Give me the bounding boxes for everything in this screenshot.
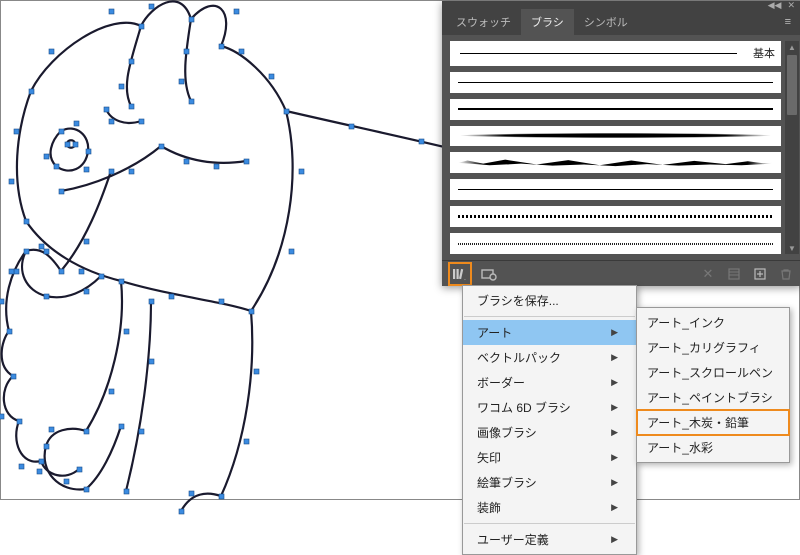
- menu-item-label: 装飾: [477, 499, 501, 516]
- submenu-art-ink[interactable]: アート_インク: [637, 310, 789, 335]
- submenu-arrow-icon: ▶: [611, 352, 618, 363]
- tab-symbols[interactable]: シンボル: [574, 9, 638, 35]
- menu-item-label: アート_スクロールペン: [647, 364, 773, 381]
- menu-art[interactable]: アート ▶: [463, 320, 636, 345]
- menu-user-defined[interactable]: ユーザー定義 ▶: [463, 527, 636, 552]
- brush-basic[interactable]: 基本: [450, 41, 781, 66]
- menu-item-label: ユーザー定義: [477, 531, 549, 548]
- menu-item-label: ブラシを保存...: [477, 292, 559, 309]
- scroll-down-icon[interactable]: ▼: [785, 242, 799, 254]
- scroll-up-icon[interactable]: ▲: [785, 41, 799, 53]
- menu-item-label: ワコム 6D ブラシ: [477, 399, 571, 416]
- menu-arrow[interactable]: 矢印 ▶: [463, 445, 636, 470]
- brush-list-scrollbar[interactable]: ▲ ▼: [785, 41, 799, 254]
- menu-item-label: アート_木炭・鉛筆: [647, 414, 749, 431]
- submenu-arrow-icon: ▶: [611, 402, 618, 413]
- remove-brush-stroke-icon[interactable]: ✕: [699, 265, 717, 283]
- menu-item-label: 画像ブラシ: [477, 424, 537, 441]
- brush-basic-label: 基本: [753, 45, 775, 61]
- menu-wacom-6d[interactable]: ワコム 6D ブラシ ▶: [463, 395, 636, 420]
- tab-brushes[interactable]: ブラシ: [521, 9, 574, 35]
- brush-library-icon[interactable]: .: [451, 265, 469, 283]
- brush-preset[interactable]: [450, 126, 781, 147]
- art-submenu: アート_インク アート_カリグラフィ アート_スクロールペン アート_ペイントブ…: [636, 307, 790, 463]
- close-panel-icon[interactable]: ✕: [787, 0, 795, 11]
- menu-item-label: 矢印: [477, 449, 501, 466]
- brush-preset[interactable]: [450, 206, 781, 227]
- brush-preset[interactable]: [450, 99, 781, 120]
- submenu-arrow-icon: ▶: [611, 377, 618, 388]
- delete-brush-icon[interactable]: [777, 265, 795, 283]
- collapse-icon[interactable]: ◀◀: [768, 0, 782, 11]
- menu-paintbrush[interactable]: 絵筆ブラシ ▶: [463, 470, 636, 495]
- submenu-arrow-icon: ▶: [611, 452, 618, 463]
- submenu-arrow-icon: ▶: [611, 534, 618, 545]
- menu-border[interactable]: ボーダー ▶: [463, 370, 636, 395]
- brush-library-menu: ブラシを保存... アート ▶ ベクトルパック ▶ ボーダー ▶ ワコム 6D ブラシ…: [462, 285, 637, 555]
- submenu-art-paintbrush[interactable]: アート_ペイントブラシ: [637, 385, 789, 410]
- svg-text:.: .: [464, 275, 466, 281]
- menu-item-label: アート_インク: [647, 314, 725, 331]
- menu-item-label: ボーダー: [477, 374, 525, 391]
- panel-titlebar[interactable]: ◀◀ ✕: [442, 1, 800, 9]
- vector-artwork[interactable]: [0, 0, 491, 531]
- libraries-cloud-icon[interactable]: [480, 265, 498, 283]
- brush-preset[interactable]: [450, 233, 781, 254]
- submenu-arrow-icon: ▶: [611, 427, 618, 438]
- menu-vector-pack[interactable]: ベクトルパック ▶: [463, 345, 636, 370]
- submenu-art-scrollpen[interactable]: アート_スクロールペン: [637, 360, 789, 385]
- library-button-highlight: .: [448, 262, 472, 286]
- tab-swatches[interactable]: スウォッチ: [446, 9, 521, 35]
- new-brush-icon[interactable]: [751, 265, 769, 283]
- submenu-art-calligraphy[interactable]: アート_カリグラフィ: [637, 335, 789, 360]
- menu-item-label: アート_水彩: [647, 439, 713, 456]
- brush-preset[interactable]: [450, 152, 781, 173]
- submenu-arrow-icon: ▶: [611, 502, 618, 513]
- menu-item-label: アート_カリグラフィ: [647, 339, 761, 356]
- brush-options-icon[interactable]: [725, 265, 743, 283]
- brush-preset[interactable]: [450, 72, 781, 93]
- menu-separator: [464, 523, 635, 524]
- brushes-panel: ◀◀ ✕ スウォッチ ブラシ シンボル ≡ 基本 ▲ ▼ .: [442, 1, 800, 286]
- menu-save-brushes[interactable]: ブラシを保存...: [463, 288, 636, 313]
- menu-separator: [464, 316, 635, 317]
- scroll-thumb[interactable]: [787, 55, 797, 115]
- submenu-art-watercolor[interactable]: アート_水彩: [637, 435, 789, 460]
- brush-preset[interactable]: [450, 179, 781, 200]
- submenu-art-charcoal-pencil[interactable]: アート_木炭・鉛筆: [637, 410, 789, 435]
- menu-item-label: アート: [477, 324, 512, 341]
- menu-item-label: ベクトルパック: [477, 349, 561, 366]
- submenu-arrow-icon: ▶: [611, 477, 618, 488]
- brush-list[interactable]: 基本 ▲ ▼: [442, 35, 800, 260]
- menu-image-brush[interactable]: 画像ブラシ ▶: [463, 420, 636, 445]
- menu-decorative[interactable]: 装飾 ▶: [463, 495, 636, 520]
- panel-tabs: スウォッチ ブラシ シンボル ≡: [442, 9, 800, 35]
- panel-footer: . ✕: [442, 260, 800, 286]
- menu-item-label: 絵筆ブラシ: [477, 474, 537, 491]
- submenu-arrow-icon: ▶: [611, 327, 618, 338]
- panel-menu-icon[interactable]: ≡: [775, 16, 800, 28]
- menu-item-label: アート_ペイントブラシ: [647, 389, 773, 406]
